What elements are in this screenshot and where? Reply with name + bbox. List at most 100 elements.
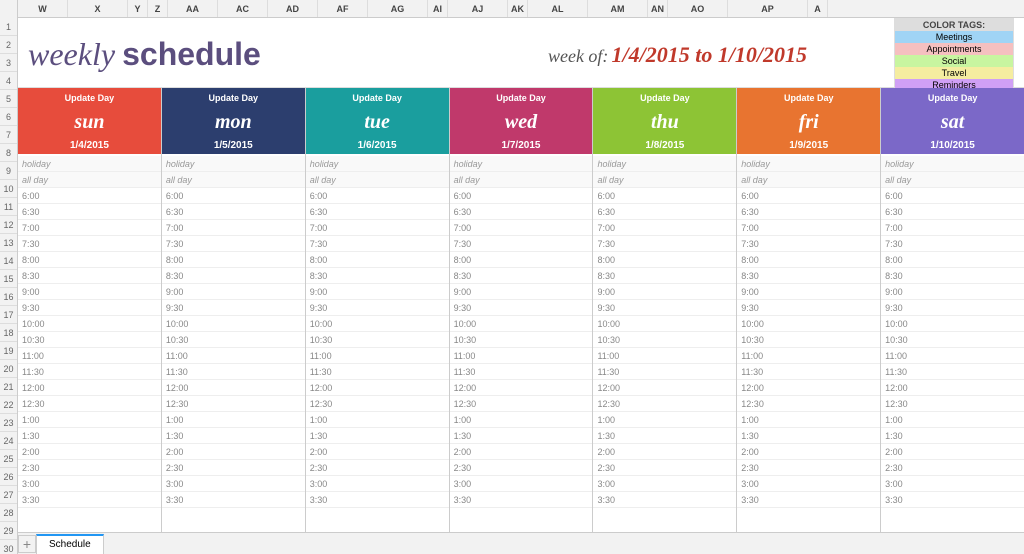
- time-row: 8:00: [162, 252, 305, 268]
- day-name-fri: fri: [737, 108, 880, 136]
- time-row: 12:30: [737, 396, 880, 412]
- col-header-cell: AG: [368, 0, 428, 17]
- time-row: 6:30: [593, 204, 736, 220]
- time-row: 10:30: [593, 332, 736, 348]
- time-row: 2:30: [18, 460, 161, 476]
- spreadsheet-wrapper: 1234567891011121314151617181920212223242…: [0, 0, 1024, 554]
- row-num: 1: [0, 18, 17, 36]
- time-row: 8:30: [881, 268, 1024, 284]
- col-header-cell: AF: [318, 0, 368, 17]
- time-row: 9:00: [737, 284, 880, 300]
- col-header-cell: AJ: [448, 0, 508, 17]
- time-row: 11:30: [737, 364, 880, 380]
- day-date-sun: 1/4/2015: [18, 136, 161, 154]
- time-row: 1:00: [306, 412, 449, 428]
- col-header-cell: AO: [668, 0, 728, 17]
- row-num: 16: [0, 288, 17, 306]
- time-row: all day: [593, 172, 736, 188]
- col-header-cell: AA: [168, 0, 218, 17]
- time-row: 7:00: [450, 220, 593, 236]
- time-row: 2:00: [162, 444, 305, 460]
- row-num: 9: [0, 162, 17, 180]
- time-row: 7:00: [737, 220, 880, 236]
- header-area: weekly schedule week of: 1/4/2015 to 1/1…: [18, 18, 1024, 88]
- time-row: 3:00: [306, 476, 449, 492]
- time-row: 6:00: [593, 188, 736, 204]
- time-row: 1:00: [18, 412, 161, 428]
- time-row: 3:30: [593, 492, 736, 508]
- update-day-button-thu[interactable]: Update Day: [593, 88, 736, 108]
- title-schedule: schedule: [122, 36, 261, 72]
- time-row: 8:30: [18, 268, 161, 284]
- update-day-button-sun[interactable]: Update Day: [18, 88, 161, 108]
- time-row: 6:30: [306, 204, 449, 220]
- time-row: 12:30: [18, 396, 161, 412]
- time-row: 11:30: [881, 364, 1024, 380]
- time-row: 9:00: [881, 284, 1024, 300]
- time-row: 3:30: [306, 492, 449, 508]
- time-row: 1:30: [306, 428, 449, 444]
- day-name-sun: sun: [18, 108, 161, 136]
- time-row: 10:00: [450, 316, 593, 332]
- time-row: 6:00: [162, 188, 305, 204]
- day-col-sat: Update Daysat1/10/2015holidayall day6:00…: [881, 88, 1024, 532]
- time-row: 1:00: [881, 412, 1024, 428]
- time-row: 8:00: [306, 252, 449, 268]
- day-col-thu: Update Daythu1/8/2015holidayall day6:006…: [593, 88, 737, 532]
- col-header-cell: AD: [268, 0, 318, 17]
- row-num: 7: [0, 126, 17, 144]
- row-num: 14: [0, 252, 17, 270]
- legend-title: COLOR TAGS:: [895, 19, 1013, 31]
- time-row: 2:00: [881, 444, 1024, 460]
- time-row: 8:00: [881, 252, 1024, 268]
- time-row: 3:00: [450, 476, 593, 492]
- week-of-dates: 1/4/2015 to 1/10/2015: [611, 42, 807, 67]
- col-header-cell: Z: [148, 0, 168, 17]
- time-row: 7:30: [450, 236, 593, 252]
- time-row: 8:30: [306, 268, 449, 284]
- add-tab-button[interactable]: +: [18, 535, 36, 553]
- time-row: 8:00: [450, 252, 593, 268]
- time-row: 10:30: [306, 332, 449, 348]
- tab-label: Schedule: [49, 539, 91, 550]
- time-row: 11:30: [162, 364, 305, 380]
- update-day-button-fri[interactable]: Update Day: [737, 88, 880, 108]
- col-header: WXYZAAACADAFAGAIAJAKALAMANAOAPA: [18, 0, 1024, 18]
- time-row: 9:30: [881, 300, 1024, 316]
- time-row: 3:30: [162, 492, 305, 508]
- time-row: 9:30: [306, 300, 449, 316]
- time-row: 10:30: [737, 332, 880, 348]
- update-day-button-wed[interactable]: Update Day: [450, 88, 593, 108]
- day-name-wed: wed: [450, 108, 593, 136]
- time-row: 7:30: [306, 236, 449, 252]
- time-row: 12:00: [18, 380, 161, 396]
- time-row: 2:30: [881, 460, 1024, 476]
- time-row: 6:00: [881, 188, 1024, 204]
- legend-item: Appointments: [895, 43, 1013, 55]
- row-numbers: 1234567891011121314151617181920212223242…: [0, 0, 18, 554]
- update-day-button-mon[interactable]: Update Day: [162, 88, 305, 108]
- row-num: 13: [0, 234, 17, 252]
- time-row: 3:30: [18, 492, 161, 508]
- legend-items: MeetingsAppointmentsSocialTravelReminder…: [895, 31, 1013, 91]
- time-row: 9:00: [450, 284, 593, 300]
- day-name-tue: tue: [306, 108, 449, 136]
- schedule-tab[interactable]: Schedule: [36, 534, 104, 554]
- col-header-cell: AC: [218, 0, 268, 17]
- time-row: 9:00: [593, 284, 736, 300]
- day-date-mon: 1/5/2015: [162, 136, 305, 154]
- row-num: 11: [0, 198, 17, 216]
- day-col-fri: Update Dayfri1/9/2015holidayall day6:006…: [737, 88, 881, 532]
- update-day-button-tue[interactable]: Update Day: [306, 88, 449, 108]
- time-row: 1:30: [162, 428, 305, 444]
- time-row: 11:00: [18, 348, 161, 364]
- col-header-cell: A: [808, 0, 828, 17]
- time-row: 12:30: [162, 396, 305, 412]
- update-day-button-sat[interactable]: Update Day: [881, 88, 1024, 108]
- col-header-cell: AM: [588, 0, 648, 17]
- day-name-mon: mon: [162, 108, 305, 136]
- time-row: holiday: [162, 156, 305, 172]
- time-row: 6:00: [450, 188, 593, 204]
- time-row: 3:00: [737, 476, 880, 492]
- time-rows-mon: holidayall day6:006:307:007:308:008:309:…: [162, 156, 305, 532]
